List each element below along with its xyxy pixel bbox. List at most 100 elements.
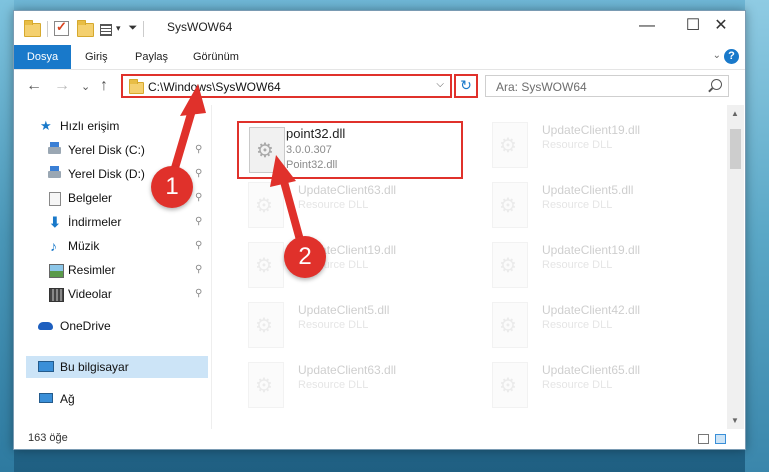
file-description: Resource DLL — [298, 319, 369, 331]
network-icon — [39, 393, 53, 403]
file-item[interactable]: UpdateClient19.dll Resource DLL — [482, 119, 717, 177]
toolbar-separator — [143, 20, 145, 37]
recent-locations-button[interactable]: ⌄ — [81, 79, 90, 95]
folder-icon — [24, 20, 41, 37]
back-button[interactable]: ← — [26, 78, 42, 94]
close-button[interactable]: ✕ — [698, 11, 744, 41]
sidebar-item-network[interactable]: Ağ — [14, 388, 211, 410]
file-description: Resource DLL — [542, 319, 613, 331]
pin-icon[interactable]: ⚲ — [195, 283, 202, 305]
downloads-icon: ⬇ — [49, 214, 61, 230]
sidebar-item-label: Yerel Disk (C:) — [68, 143, 145, 157]
tab-view[interactable]: Görünüm — [193, 45, 239, 69]
sidebar-item-label: Ağ — [60, 392, 75, 406]
file-name: UpdateClient5.dll — [542, 183, 634, 197]
videos-icon — [49, 288, 64, 302]
help-icon[interactable]: ? — [724, 49, 739, 64]
sidebar-item-pictures[interactable]: Resimler ⚲ — [14, 259, 211, 281]
this-pc-icon — [38, 361, 54, 372]
file-description: Resource DLL — [298, 379, 369, 391]
music-icon: ♪ — [50, 238, 57, 254]
ribbon-tabs: Dosya Giriş Paylaş Görünüm ⌄ ? — [14, 45, 745, 70]
pin-icon[interactable]: ⚲ — [195, 163, 202, 185]
onedrive-icon — [38, 322, 53, 330]
sidebar-item-label: OneDrive — [60, 319, 111, 333]
pictures-icon — [49, 264, 64, 278]
properties-icon[interactable] — [100, 23, 114, 36]
up-button[interactable]: ↑ — [100, 78, 108, 94]
dll-file-icon — [492, 122, 528, 168]
file-name: UpdateClient65.dll — [542, 363, 641, 377]
details-view-icon[interactable] — [698, 434, 709, 444]
window-title: SysWOW64 — [167, 20, 233, 34]
scroll-up-icon[interactable]: ▲ — [731, 109, 739, 118]
sidebar-item-label: İndirmeler — [68, 215, 122, 229]
chevron-down-icon[interactable]: ▾ — [116, 23, 121, 34]
sidebar-item-label: Resimler — [68, 263, 116, 277]
sidebar-item-videos[interactable]: Videolar ⚲ — [14, 283, 211, 305]
tab-file[interactable]: Dosya — [14, 45, 71, 69]
sidebar-item-music[interactable]: ♪ Müzik ⚲ — [14, 235, 211, 257]
navigation-bar: ← → ⌄ ↑ C:\Windows\SysWOW64 ⌵ ↻ Ara: Sys… — [14, 70, 745, 104]
address-path[interactable]: C:\Windows\SysWOW64 — [148, 80, 281, 94]
folder-icon — [129, 79, 144, 94]
file-item[interactable]: UpdateClient5.dll Resource DLL — [238, 299, 473, 357]
sidebar-item-drive-c[interactable]: Yerel Disk (C:) ⚲ — [14, 139, 211, 161]
status-bar: 163 öğe — [14, 429, 745, 449]
search-icon[interactable] — [711, 79, 722, 90]
scroll-down-icon[interactable]: ▼ — [731, 416, 739, 425]
forward-button[interactable]: → — [54, 78, 70, 94]
pin-icon[interactable]: ⚲ — [195, 187, 202, 209]
customize-toolbar-icon[interactable]: ⏷ — [129, 22, 138, 35]
pin-icon[interactable]: ⚲ — [195, 235, 202, 257]
address-bar[interactable]: C:\Windows\SysWOW64 ⌵ — [121, 74, 452, 98]
item-count: 163 öğe — [28, 432, 68, 444]
file-item[interactable]: UpdateClient63.dll Resource DLL — [238, 359, 473, 417]
chevron-down-icon[interactable]: ⌵ — [436, 79, 444, 90]
sidebar-item-quick-access[interactable]: ★ Hızlı erişim — [14, 115, 211, 137]
scrollbar-thumb[interactable] — [730, 129, 741, 169]
search-input[interactable]: Ara: SysWOW64 — [496, 80, 587, 94]
dll-file-icon — [248, 242, 284, 288]
navigation-pane: ★ Hızlı erişim Yerel Disk (C:) ⚲ Yerel D… — [14, 105, 212, 429]
file-name: UpdateClient19.dll — [542, 123, 641, 137]
dll-file-icon — [492, 242, 528, 288]
toolbar-separator — [47, 20, 48, 37]
file-item[interactable]: UpdateClient5.dll Resource DLL — [482, 179, 717, 237]
file-item[interactable]: UpdateClient63.dll Resource DLL — [238, 179, 473, 237]
dll-file-icon — [248, 302, 284, 348]
file-item-point32[interactable]: point32.dll 3.0.0.307 Point32.dll — [237, 121, 463, 179]
drive-c-icon — [48, 142, 61, 154]
pin-icon[interactable]: ⚲ — [195, 139, 202, 161]
sidebar-item-this-pc[interactable]: Bu bilgisayar — [26, 356, 208, 378]
pin-icon[interactable]: ⚲ — [195, 259, 202, 281]
new-folder-icon[interactable] — [77, 20, 94, 37]
tab-home[interactable]: Giriş — [85, 45, 108, 69]
dll-file-icon — [249, 127, 285, 173]
file-item[interactable]: UpdateClient65.dll Resource DLL — [482, 359, 717, 417]
expand-ribbon-icon[interactable]: ⌄ — [713, 50, 721, 61]
sidebar-item-label: Müzik — [68, 239, 100, 253]
sidebar-item-downloads[interactable]: ⬇ İndirmeler ⚲ — [14, 211, 211, 233]
file-name: UpdateClient63.dll — [298, 183, 397, 197]
properties-check-icon[interactable] — [54, 19, 69, 36]
file-name: UpdateClient63.dll — [298, 363, 397, 377]
file-item[interactable]: UpdateClient19.dll Resource DLL — [238, 239, 473, 297]
pin-icon[interactable]: ⚲ — [195, 211, 202, 233]
file-description: Resource DLL — [298, 199, 369, 211]
file-item[interactable]: UpdateClient42.dll Resource DLL — [482, 299, 717, 357]
step-badge-2: 2 — [284, 236, 326, 278]
sidebar-item-label: Belgeler — [68, 191, 113, 205]
explorer-window: ▾ ⏷ SysWOW64 — ☐ ✕ Dosya Giriş Paylaş Gö… — [13, 10, 746, 450]
large-icons-view-icon[interactable] — [715, 434, 726, 444]
vertical-scrollbar[interactable]: ▲ ▼ — [727, 105, 744, 429]
file-name: UpdateClient19.dll — [542, 243, 641, 257]
search-box[interactable]: Ara: SysWOW64 — [485, 75, 729, 97]
file-item[interactable]: UpdateClient19.dll Resource DLL — [482, 239, 717, 297]
sidebar-item-label: Videolar — [68, 287, 112, 301]
sidebar-item-onedrive[interactable]: OneDrive — [14, 315, 211, 337]
minimize-button[interactable]: — — [624, 11, 670, 41]
refresh-button[interactable]: ↻ — [454, 74, 478, 98]
tab-share[interactable]: Paylaş — [135, 45, 168, 69]
drive-d-icon — [48, 166, 61, 178]
